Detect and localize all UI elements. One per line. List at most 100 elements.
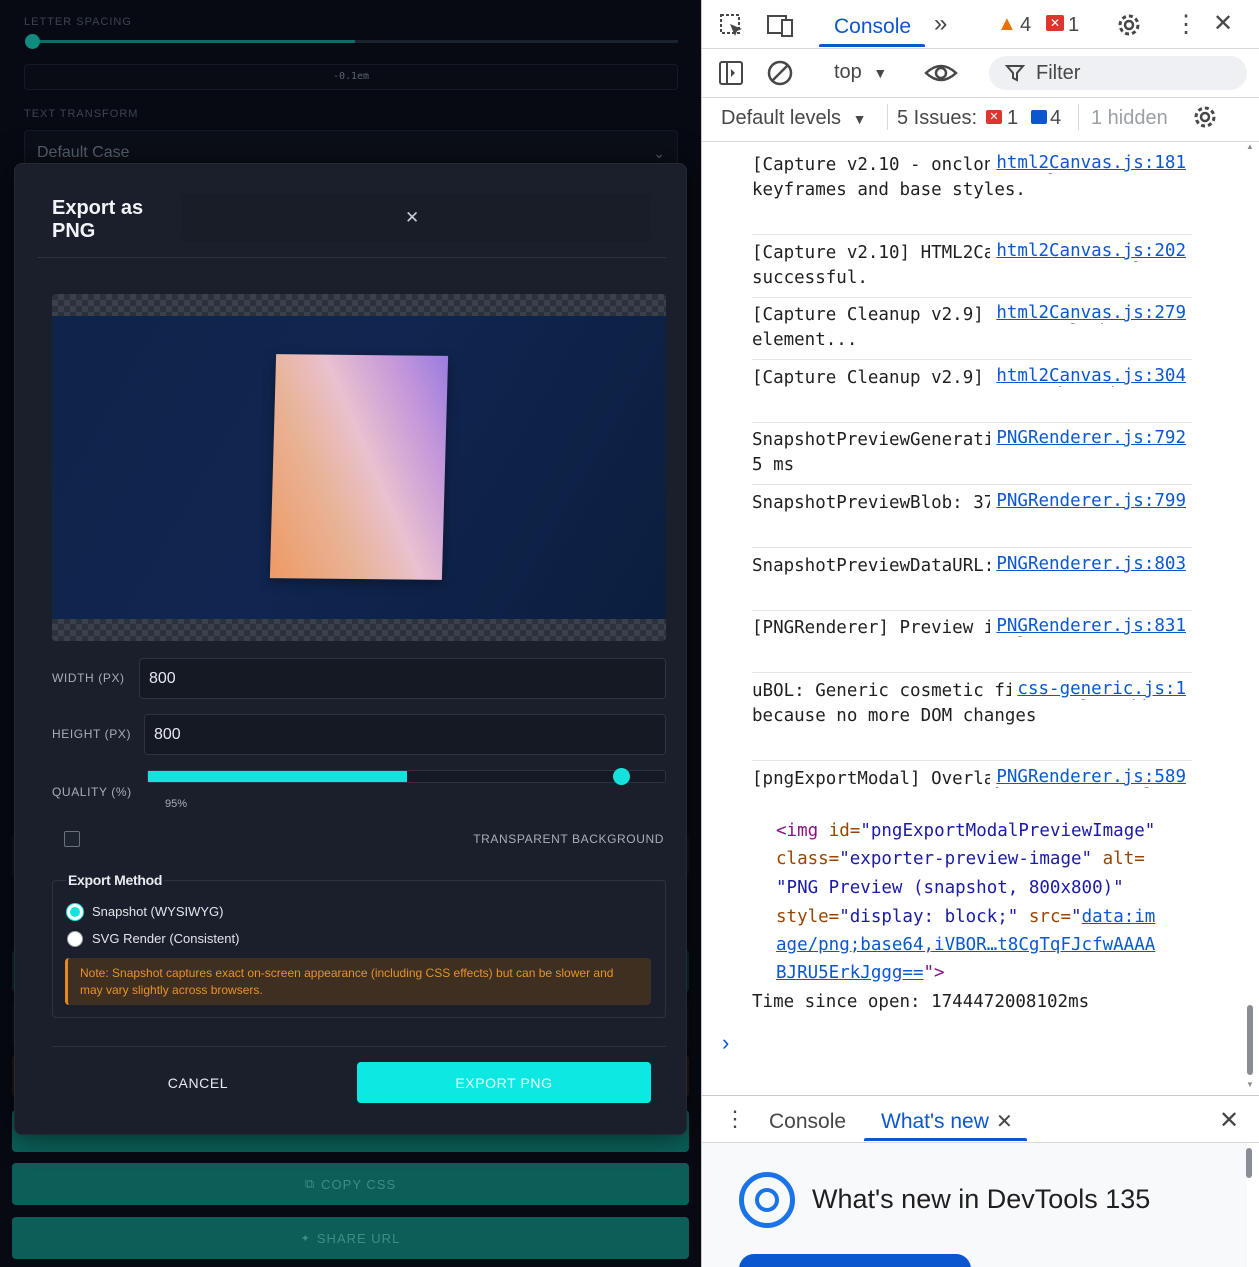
log-source-link[interactable]: html2Canvas.js:304 (990, 366, 1186, 386)
width-input[interactable] (139, 658, 666, 699)
more-options-icon[interactable]: ⋮ (1174, 10, 1198, 39)
letter-spacing-value: -0.1em (24, 64, 678, 90)
issue-info-icon (1031, 110, 1047, 124)
copy-css-label: COPY CSS (321, 1176, 397, 1192)
html-element-line: class="exporter-preview-image" alt= (776, 849, 1145, 869)
sidebar-toggle-icon[interactable] (718, 60, 744, 86)
device-toolbar-icon[interactable] (766, 12, 796, 40)
radio-svg-render-label: SVG Render (Consistent) (92, 931, 240, 946)
devtools-panel: Console » ▲ 4 ✕ 1 ⋮ ✕ top ▼ Filter Defau… (701, 0, 1259, 1267)
inspect-element-icon[interactable] (718, 12, 746, 40)
log-source-link[interactable]: PNGRenderer.js:799 (990, 491, 1186, 511)
divider (37, 257, 666, 258)
eye-icon[interactable] (924, 59, 958, 87)
log-message: Time since open: 1744472008102ms (752, 992, 1090, 1012)
settings-gear-icon[interactable] (1115, 11, 1143, 39)
export-png-button[interactable]: EXPORT PNG (357, 1062, 651, 1103)
clear-console-icon[interactable] (766, 59, 794, 87)
scroll-up-icon[interactable]: ▲ (1246, 142, 1254, 151)
caret-down-icon: ▼ (873, 65, 888, 81)
close-tab-icon[interactable]: ✕ (996, 1109, 1013, 1134)
log-source-link[interactable]: html2Canvas.js:181 (990, 153, 1186, 173)
copy-icon: ⧉ (304, 1176, 316, 1191)
filter-input[interactable]: Filter (989, 56, 1247, 90)
divider (1078, 104, 1079, 130)
log-source-link[interactable]: css-generic.js:1 (1011, 679, 1186, 699)
export-note: Note: Snapshot captures exact on-screen … (65, 958, 651, 1005)
drawer-scroll-thumb[interactable] (1246, 1148, 1252, 1178)
divider (752, 672, 1192, 673)
quality-thumb[interactable] (613, 768, 631, 785)
divider (752, 610, 1192, 611)
context-selector[interactable]: top ▼ (834, 61, 887, 84)
drawer-tab-underline (864, 1138, 1027, 1141)
radio-svg-render[interactable] (67, 931, 83, 947)
log-levels-dropdown[interactable]: Default levels ▼ (721, 107, 866, 130)
tab-console-underline (819, 44, 925, 47)
letter-spacing-thumb[interactable] (25, 34, 40, 49)
width-label: WIDTH (PX) (52, 671, 125, 685)
drawer-menu-icon[interactable]: ⋮ (724, 1106, 746, 1132)
letter-spacing-label: LETTER SPACING (24, 16, 132, 28)
chrome-logo-icon (739, 1172, 795, 1228)
drawer-tab-whats-new[interactable]: What's new (881, 1110, 989, 1134)
more-tabs-icon[interactable]: » (934, 10, 947, 38)
warning-icon: ▲ (997, 13, 1017, 35)
copy-css-button[interactable]: ⧉ COPY CSS (12, 1163, 689, 1205)
divider (702, 48, 1259, 49)
issue-error-icon: ✕ (986, 110, 1002, 124)
share-url-label: SHARE URL (316, 1230, 401, 1246)
height-label: HEIGHT (PX) (52, 727, 132, 741)
log-source-link[interactable]: html2Canvas.js:279 (990, 303, 1186, 323)
transparent-checkbox[interactable] (64, 831, 80, 847)
share-url-button[interactable]: ✦ SHARE URL (12, 1217, 689, 1259)
radio-snapshot-label: Snapshot (WYSIWYG) (92, 904, 224, 919)
filter-placeholder: Filter (1036, 62, 1081, 84)
html-element-line[interactable]: <img id="pngExportModalPreviewImage" (776, 821, 1155, 841)
issues-label: 5 Issues: (897, 107, 978, 129)
close-devtools-icon[interactable]: ✕ (1213, 9, 1233, 38)
divider (752, 297, 1192, 298)
log-source-link[interactable]: PNGRenderer.js:831 (990, 616, 1186, 636)
transparent-label: TRANSPARENT BACKGROUND (473, 832, 664, 846)
log-levels-value: Default levels (721, 107, 842, 129)
issues-button[interactable]: 5 Issues: (897, 107, 977, 130)
height-input[interactable] (144, 714, 666, 755)
quality-label: QUALITY (%) (52, 785, 132, 799)
hidden-count: 1 hidden (1091, 107, 1168, 129)
export-png-modal: Export as PNG ✕ WIDTH (PX) HEIGHT (PX) Q… (14, 163, 687, 1135)
console-scrollbar[interactable] (1246, 142, 1256, 1092)
text-transform-label: TEXT TRANSFORM (24, 108, 139, 120)
log-source-link[interactable]: PNGRenderer.js:792 (990, 428, 1186, 448)
log-source-link[interactable]: html2Canvas.js:202 (990, 241, 1186, 261)
console-scroll-thumb[interactable] (1247, 1005, 1253, 1075)
close-icon[interactable]: ✕ (405, 208, 419, 228)
log-source-link[interactable]: PNGRenderer.js:589 (990, 767, 1186, 787)
errors-count[interactable]: 1 (1068, 14, 1079, 37)
console-prompt-icon[interactable]: › (722, 1030, 729, 1056)
quality-slider[interactable] (147, 770, 666, 783)
drawer-tab-console[interactable]: Console (769, 1110, 846, 1134)
divider (752, 359, 1192, 360)
caret-down-icon: ▼ (852, 111, 867, 127)
divider (887, 104, 888, 130)
warnings-count[interactable]: 4 (1020, 14, 1031, 37)
letter-spacing-slider[interactable] (32, 40, 678, 43)
tab-console[interactable]: Console (834, 15, 911, 39)
preview-card (269, 354, 449, 580)
modal-title: Export as PNG (52, 197, 144, 242)
issues-info-count: 4 (1050, 107, 1062, 129)
scroll-down-icon[interactable]: ▼ (1246, 1080, 1254, 1089)
whats-new-title: What's new in DevTools 135 (812, 1184, 1151, 1214)
error-icon: ✕ (1046, 15, 1064, 31)
log-source-link[interactable]: PNGRenderer.js:803 (990, 554, 1186, 574)
radio-snapshot[interactable] (67, 904, 83, 920)
divider (752, 484, 1192, 485)
whats-new-button[interactable] (739, 1254, 971, 1267)
console-settings-icon[interactable] (1191, 103, 1219, 131)
letter-spacing-fill (32, 40, 355, 43)
divider (752, 234, 1192, 235)
cancel-button[interactable]: CANCEL (52, 1062, 344, 1103)
context-value: top (834, 61, 862, 83)
close-drawer-icon[interactable]: ✕ (1219, 1106, 1239, 1135)
